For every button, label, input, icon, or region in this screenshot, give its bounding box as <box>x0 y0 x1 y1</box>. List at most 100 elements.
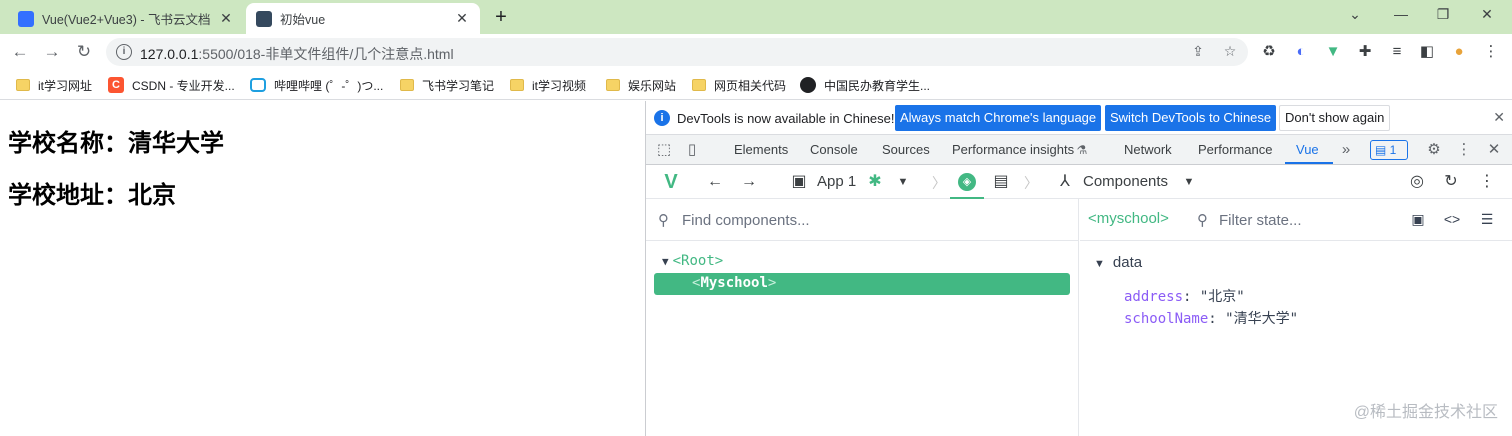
tab-search-icon[interactable]: ⌄ <box>1340 6 1370 26</box>
tab-network[interactable]: Network <box>1124 142 1172 157</box>
separator-icon: 〉 <box>1024 175 1038 191</box>
tree-node-root[interactable]: ▼ <Root> <box>662 253 723 269</box>
doc-icon <box>18 10 34 27</box>
filter-state-input[interactable]: Filter state... <box>1219 212 1302 229</box>
tab-elements[interactable]: Elements <box>734 142 788 157</box>
flask-icon: ⚗ <box>1076 143 1088 157</box>
more-tabs-icon[interactable]: » <box>1336 140 1356 160</box>
devtools-panel: i DevTools is now available in Chinese! … <box>645 101 1512 436</box>
bookmarks-bar: it学习网址 C CSDN - 专业开发... 哔哩哔哩 (゜-゜)つ... 飞书… <box>0 70 1512 100</box>
bookmark-item[interactable]: 飞书学习笔记 <box>400 76 494 94</box>
bookmark-item[interactable]: 网页相关代码 <box>692 76 786 94</box>
infobar-message: DevTools is now available in Chinese! <box>677 111 895 126</box>
globe-icon <box>800 77 816 93</box>
more-options-icon[interactable]: ⋮ <box>1476 172 1498 192</box>
dont-show-again-button[interactable]: Don't show again <box>1279 105 1391 131</box>
switch-to-chinese-button[interactable]: Switch DevTools to Chinese <box>1105 105 1277 131</box>
code-icon[interactable]: <> <box>1441 211 1463 227</box>
tab-title: 初始vue <box>280 13 326 27</box>
browser-toolbar: ← → ↻ i 127.0.0.1:5500/018-非单文件组件/几个注意点.… <box>0 34 1512 70</box>
state-row[interactable]: address: "北京" <box>1124 286 1245 306</box>
share-icon[interactable]: ⇪ <box>1188 43 1208 61</box>
component-tree-pane: ⚲ Find components... ▼ <Root> <Myschool> <box>646 199 1079 436</box>
match-language-button[interactable]: Always match Chrome's language <box>895 105 1102 131</box>
state-header-row: <myschool> ⚲ Filter state... ▣ <> ☰ <box>1080 199 1512 241</box>
tab-performance[interactable]: Performance <box>1198 142 1272 157</box>
active-tab-indicator <box>1285 162 1333 164</box>
menu-kebab-icon[interactable]: ⋮ <box>1480 42 1502 62</box>
search-icon: ⚲ <box>1197 212 1208 229</box>
recycle-extension-icon[interactable]: ♻ <box>1258 42 1280 62</box>
compass-icon: ◈ <box>958 173 976 191</box>
extension-circle-icon[interactable]: ◐ <box>1290 42 1312 62</box>
select-component-icon[interactable]: ◎ <box>1406 172 1428 192</box>
refresh-icon[interactable]: ↻ <box>1440 172 1462 192</box>
watermark: @稀土掘金技术社区 <box>1353 404 1498 421</box>
extensions-puzzle-icon[interactable]: ✚ <box>1354 42 1376 62</box>
avatar[interactable]: ● <box>1448 42 1470 62</box>
window-close-icon[interactable]: ✕ <box>1472 6 1502 26</box>
expand-triangle-icon[interactable]: ▼ <box>662 255 669 268</box>
forward-icon[interactable]: → <box>738 172 760 192</box>
selected-component-label: <Myschool> <box>692 275 777 291</box>
folder-icon <box>510 79 524 91</box>
warning-badge-icon: ✱ <box>868 173 882 190</box>
inspect-element-icon[interactable]: ⬚ <box>654 140 674 160</box>
tab-console[interactable]: Console <box>810 142 858 157</box>
site-info-icon[interactable]: i <box>116 44 132 60</box>
tab-performance-insights[interactable]: Performance insights <box>952 142 1074 157</box>
expand-triangle-icon[interactable]: ▼ <box>1094 258 1105 270</box>
data-section-header[interactable]: ▼ data <box>1094 254 1142 271</box>
issues-badge[interactable]: ▤ 1 <box>1370 140 1408 160</box>
tab-vue[interactable]: Vue <box>1296 142 1319 157</box>
browser-tab-active[interactable]: 初始vue ✕ <box>246 3 480 34</box>
close-icon[interactable]: ✕ <box>454 10 470 27</box>
url-text: 127.0.0.1:5500/018-非单文件组件/几个注意点.html <box>140 46 454 62</box>
devtools-menu-icon[interactable]: ⋮ <box>1454 140 1474 160</box>
close-icon[interactable]: ✕ <box>218 10 234 27</box>
minimize-icon[interactable]: — <box>1386 6 1416 26</box>
close-devtools-icon[interactable]: ✕ <box>1484 140 1504 160</box>
tree-node-selected[interactable]: <Myschool> <box>654 273 1070 295</box>
reading-list-icon[interactable]: ≡ <box>1386 42 1408 62</box>
close-icon[interactable]: ✕ <box>1493 109 1505 126</box>
state-row[interactable]: schoolName: "清华大学" <box>1124 308 1298 328</box>
address-bar[interactable]: i 127.0.0.1:5500/018-非单文件组件/几个注意点.html ⇪… <box>106 38 1248 66</box>
app-selector-label[interactable]: App 1 <box>817 173 856 190</box>
vue-icon <box>256 10 272 27</box>
vue-logo-icon: V <box>664 171 678 193</box>
components-selector[interactable]: Components <box>1083 173 1168 190</box>
back-icon[interactable]: ← <box>704 172 726 192</box>
side-panel-icon[interactable]: ◧ <box>1416 42 1438 62</box>
forward-icon[interactable]: → <box>40 41 64 63</box>
bookmark-item[interactable]: 娱乐网站 <box>606 76 676 94</box>
device-toolbar-icon[interactable]: ▯ <box>682 140 702 160</box>
tab-sources[interactable]: Sources <box>882 142 930 157</box>
maximize-icon[interactable]: ❐ <box>1428 6 1458 26</box>
bookmark-item[interactable]: 哔哩哔哩 (゜-゜)つ... <box>250 76 383 94</box>
new-tab-button[interactable]: + <box>488 6 514 30</box>
find-components-row: ⚲ Find components... <box>646 199 1078 241</box>
bilibili-icon <box>250 78 266 92</box>
component-tree-icon: ⅄ <box>1060 173 1070 190</box>
chevron-down-icon[interactable]: ▼ <box>1178 172 1200 192</box>
devtools-tabbar: ⬚ ▯ Elements Console Sources Performance… <box>646 135 1512 165</box>
timeline-icon[interactable]: ▤ <box>990 172 1012 192</box>
chevron-down-icon[interactable]: ▼ <box>892 172 914 192</box>
vue-devtools-extension-icon[interactable]: ▼ <box>1322 42 1344 62</box>
bookmark-item[interactable]: C CSDN - 专业开发... <box>108 76 235 94</box>
bookmark-item[interactable]: 中国民办教育学生... <box>800 76 930 94</box>
find-components-input[interactable]: Find components... <box>682 212 810 229</box>
bookmark-item[interactable]: it学习视频 <box>510 76 586 94</box>
inspector-tab[interactable]: ◈ <box>950 165 984 199</box>
open-in-editor-icon[interactable]: ☰ <box>1476 211 1498 228</box>
settings-gear-icon[interactable]: ⚙ <box>1424 140 1444 160</box>
reload-icon[interactable]: ↻ <box>72 41 96 63</box>
browser-tab-feishu[interactable]: Vue(Vue2+Vue3) - 飞书云文档 ✕ <box>8 3 244 34</box>
folder-icon <box>606 79 620 91</box>
language-infobar: i DevTools is now available in Chinese! … <box>646 101 1512 135</box>
back-icon[interactable]: ← <box>8 41 32 63</box>
bookmark-item[interactable]: it学习网址 <box>16 76 92 94</box>
bookmark-star-icon[interactable]: ☆ <box>1220 43 1240 61</box>
scroll-to-component-icon[interactable]: ▣ <box>1407 211 1429 228</box>
